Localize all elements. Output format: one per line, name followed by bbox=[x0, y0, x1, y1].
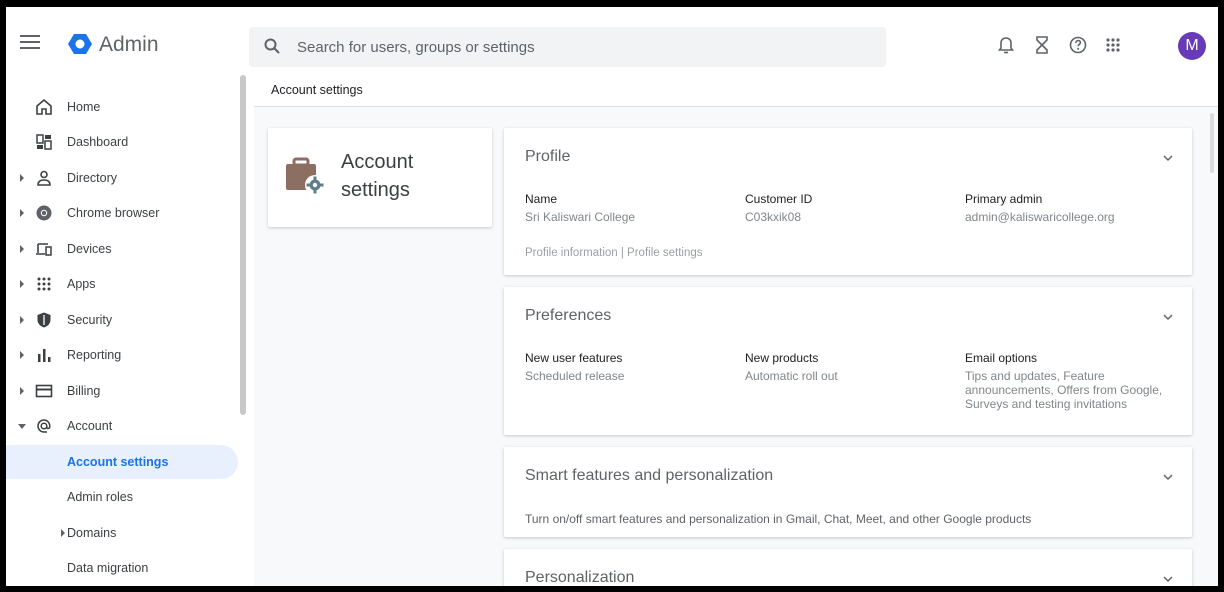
preferences-new-user-features: New user features Scheduled release bbox=[525, 351, 625, 383]
user-avatar[interactable]: M bbox=[1178, 32, 1206, 60]
collapse-caret-icon[interactable] bbox=[18, 424, 26, 429]
credit-card-icon bbox=[35, 384, 53, 398]
profile-customer-id: Customer ID C03kxik08 bbox=[745, 192, 813, 224]
sidebar-item-home[interactable]: Home bbox=[6, 90, 238, 124]
expand-caret-icon[interactable] bbox=[20, 387, 24, 395]
smart-features-description: Turn on/off smart features and personali… bbox=[525, 512, 1032, 526]
card-title: Smart features and personalization bbox=[525, 467, 774, 484]
home-icon bbox=[36, 98, 52, 115]
sidebar-subitem-domains[interactable]: Domains bbox=[6, 516, 238, 550]
sidebar-item-label: Security bbox=[67, 313, 113, 327]
notifications-bell-icon[interactable] bbox=[996, 35, 1016, 55]
sidebar-item-apps[interactable]: Apps bbox=[6, 267, 238, 301]
main-menu-icon[interactable] bbox=[20, 35, 40, 49]
expand-caret-icon[interactable] bbox=[20, 209, 24, 217]
preferences-email-options: Email options Tips and updates, Feature … bbox=[965, 351, 1163, 411]
sidebar-item-label: Devices bbox=[67, 242, 112, 256]
search-bar[interactable] bbox=[249, 27, 886, 67]
account-settings-briefcase-icon bbox=[286, 157, 325, 195]
sidebar-item-label: Home bbox=[67, 100, 101, 114]
profile-card[interactable]: Profile Name Sri Kaliswari College Custo… bbox=[504, 128, 1192, 275]
sidebar-item-devices[interactable]: Devices bbox=[6, 232, 238, 266]
search-input[interactable] bbox=[297, 27, 867, 67]
sidebar-item-dashboard[interactable]: Dashboard bbox=[6, 125, 238, 159]
sidebar-item-security[interactable]: Security bbox=[6, 303, 238, 337]
sidebar-item-label: Directory bbox=[67, 171, 118, 185]
smart-features-card[interactable]: Smart features and personalization Turn … bbox=[504, 447, 1192, 537]
page-title: Account settings bbox=[341, 151, 414, 201]
personalization-card[interactable]: Personalization bbox=[504, 549, 1192, 586]
top-header: Admin M bbox=[6, 7, 1218, 73]
sidebar-item-directory[interactable]: Directory bbox=[6, 161, 238, 195]
expand-caret-icon[interactable] bbox=[20, 316, 24, 324]
profile-links: Profile information | Profile settings bbox=[525, 247, 703, 259]
bar-chart-icon bbox=[38, 349, 51, 362]
sidebar-item-label: Dashboard bbox=[67, 135, 129, 149]
search-icon[interactable] bbox=[263, 37, 281, 55]
chevron-down-icon[interactable] bbox=[1162, 311, 1174, 323]
chrome-icon bbox=[36, 205, 52, 221]
sidebar-item-reporting[interactable]: Reporting bbox=[6, 338, 238, 372]
sidebar-scrollbar[interactable] bbox=[240, 75, 246, 415]
shield-icon bbox=[37, 312, 51, 328]
admin-console-window: Admin M bbox=[6, 7, 1218, 586]
apps-launcher-icon[interactable] bbox=[1103, 35, 1123, 55]
breadcrumb-current: Account settings bbox=[271, 83, 363, 97]
sidebar-subitem-data-migration[interactable]: Data migration bbox=[6, 551, 238, 585]
devices-icon bbox=[36, 243, 52, 256]
sidebar-subitem-label: Account settings bbox=[67, 455, 169, 469]
expand-caret-icon[interactable] bbox=[20, 280, 24, 288]
profile-primary-admin: Primary admin admin@kaliswaricollege.org bbox=[965, 192, 1115, 224]
tasks-hourglass-icon[interactable] bbox=[1032, 35, 1052, 55]
dashboard-icon bbox=[36, 134, 52, 150]
sidebar-item-billing[interactable]: Billing bbox=[6, 374, 238, 408]
sidebar-nav: Home Dashboard Directory Chrome browser … bbox=[6, 73, 250, 586]
at-sign-icon bbox=[37, 419, 51, 433]
sidebar-subitem-label: Data migration bbox=[67, 561, 149, 575]
chevron-down-icon[interactable] bbox=[1162, 152, 1174, 164]
sidebar-item-label: Chrome browser bbox=[67, 206, 160, 220]
preferences-new-products: New products Automatic roll out bbox=[745, 351, 838, 383]
expand-caret-icon[interactable] bbox=[20, 174, 24, 182]
sidebar-item-label: Billing bbox=[67, 384, 101, 398]
chevron-down-icon[interactable] bbox=[1162, 471, 1174, 483]
main-scrollbar[interactable] bbox=[1210, 113, 1214, 173]
sidebar-subitem-label: Admin roles bbox=[67, 490, 133, 504]
help-icon[interactable] bbox=[1068, 35, 1088, 55]
profile-name: Name Sri Kaliswari College bbox=[525, 192, 636, 224]
main-content: Account settings Account settings Profil… bbox=[254, 73, 1218, 586]
sidebar-subitem-admin-roles[interactable]: Admin roles bbox=[6, 480, 238, 514]
sidebar-item-label: Reporting bbox=[67, 348, 122, 362]
preferences-card[interactable]: Preferences New user features Scheduled … bbox=[504, 287, 1192, 435]
sidebar-item-account[interactable]: Account bbox=[6, 409, 238, 443]
sidebar-item-label: Apps bbox=[67, 277, 96, 291]
person-icon bbox=[37, 170, 51, 186]
sidebar-subitem-label: Domains bbox=[67, 526, 117, 540]
expand-caret-icon[interactable] bbox=[20, 245, 24, 253]
admin-logo-icon[interactable] bbox=[68, 32, 92, 56]
page-title-card: Account settings bbox=[268, 128, 492, 227]
sidebar-item-chrome-browser[interactable]: Chrome browser bbox=[6, 196, 238, 230]
card-title: Profile bbox=[525, 148, 571, 165]
expand-caret-icon[interactable] bbox=[61, 529, 65, 537]
sidebar-item-label: Account bbox=[67, 419, 113, 433]
brand-name[interactable]: Admin bbox=[99, 33, 159, 57]
breadcrumb: Account settings bbox=[254, 73, 1218, 107]
chevron-down-icon[interactable] bbox=[1162, 573, 1174, 585]
expand-caret-icon[interactable] bbox=[20, 351, 24, 359]
card-title: Preferences bbox=[525, 307, 612, 324]
card-title: Personalization bbox=[525, 569, 635, 586]
apps-grid-icon bbox=[37, 277, 51, 291]
sidebar-subitem-account-settings[interactable]: Account settings bbox=[6, 445, 238, 479]
